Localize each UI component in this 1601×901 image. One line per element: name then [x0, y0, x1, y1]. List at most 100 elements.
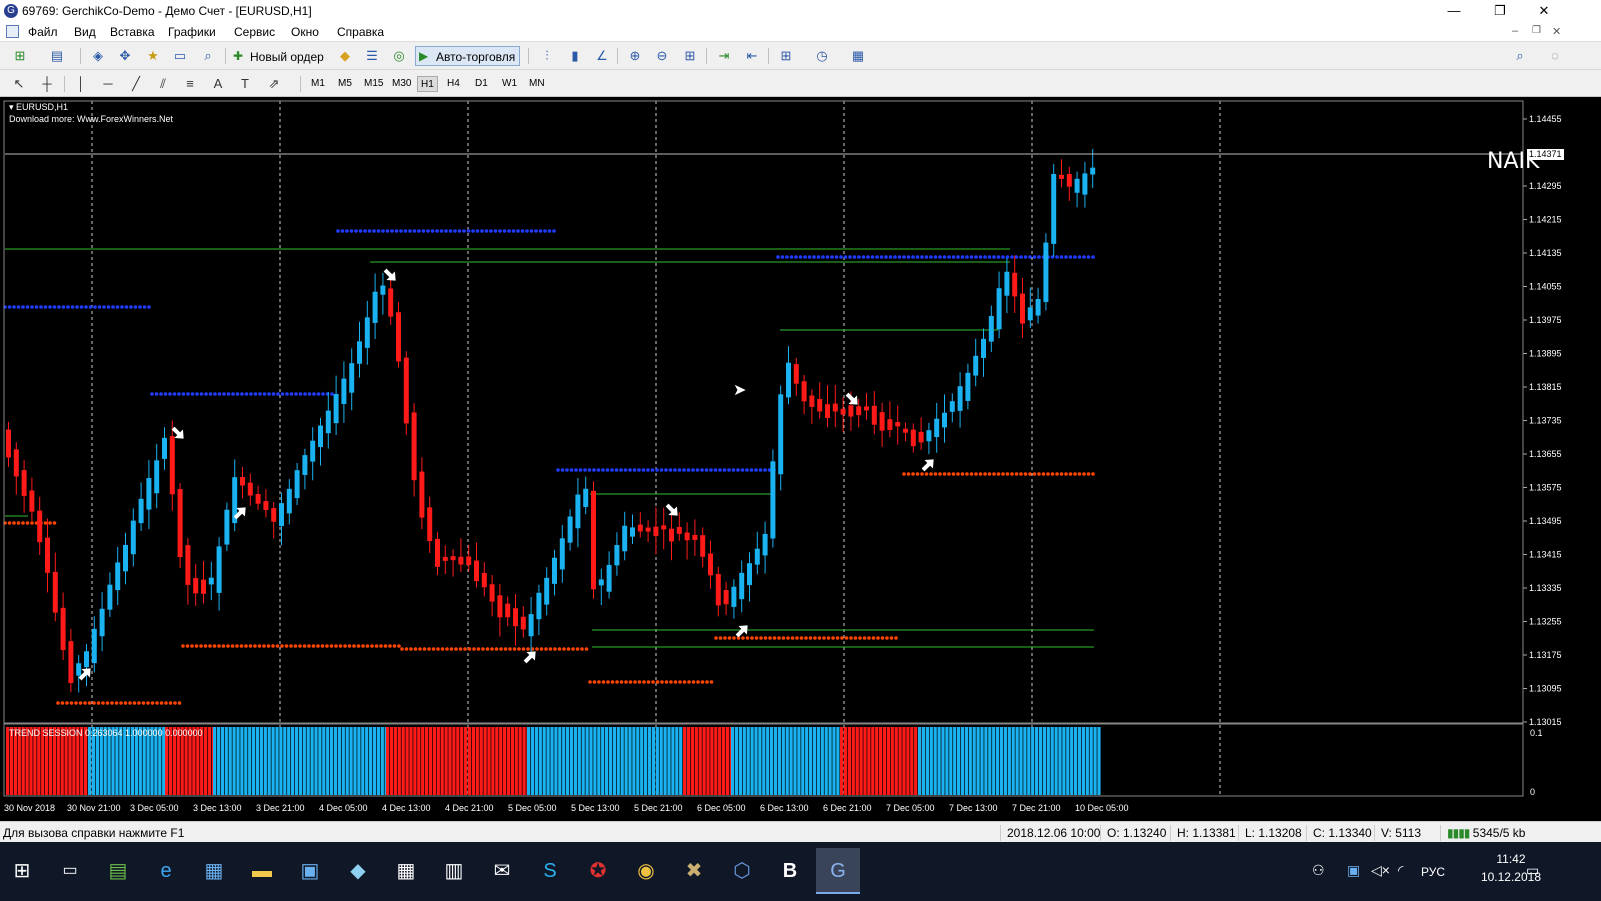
chart-shift-icon[interactable]: ⇤ — [742, 47, 762, 65]
tf-w1[interactable]: W1 — [499, 76, 520, 92]
search-icon[interactable]: ⌕ — [1510, 47, 1530, 65]
channel-icon[interactable]: ⫽ — [153, 75, 173, 93]
trend-bear-bar — [397, 727, 401, 795]
skype-app-icon[interactable]: S — [528, 848, 572, 894]
tf-m5[interactable]: M5 — [335, 76, 355, 92]
new-chart-icon[interactable]: ⊞ — [10, 47, 30, 65]
trend-bull-bar — [640, 727, 644, 795]
tools-app-icon[interactable]: ✖ — [672, 848, 716, 894]
fibo-icon[interactable]: ≡ — [180, 75, 200, 93]
menu-file[interactable]: Файл — [28, 25, 58, 39]
terminal-icon[interactable]: ▭ — [170, 47, 190, 65]
metatrader-app-icon[interactable]: G — [816, 848, 860, 894]
menu-help[interactable]: Справка — [337, 25, 384, 39]
candle-chart-icon[interactable]: ▮ — [565, 47, 585, 65]
tile-windows-icon[interactable]: ⊞ — [680, 47, 700, 65]
market-watch-icon[interactable]: ◈ — [88, 47, 108, 65]
arrows-icon[interactable]: ⇗ — [264, 75, 284, 93]
auto-scroll-icon[interactable]: ⇥ — [714, 47, 734, 65]
chart-window[interactable]: 1.14455 1.14295 1.14215 1.14135 1.14055 1.139… — [0, 97, 1601, 821]
chrome-app-icon[interactable]: ◉ — [624, 848, 668, 894]
explorer-app-icon[interactable]: ▬ — [240, 848, 284, 894]
indicators-icon[interactable]: ⊞ — [776, 47, 796, 65]
network-icon[interactable]: ◜ — [1398, 862, 1403, 879]
store-app-icon[interactable]: ▦ — [192, 848, 236, 894]
notifications-icon[interactable]: ▭ — [1526, 862, 1539, 879]
trendline-icon[interactable]: ╱ — [126, 75, 146, 93]
trend-bull-bar — [801, 727, 805, 795]
trend-bull-bar — [224, 727, 228, 795]
restore-button[interactable]: ❐ — [1477, 0, 1523, 22]
auto-trading-button[interactable]: ▶ Авто-торговля — [415, 46, 521, 66]
bear-candle — [37, 510, 43, 543]
calculator-app-icon[interactable]: ▦ — [384, 848, 428, 894]
calendar-app-icon[interactable]: ▥ — [432, 848, 476, 894]
horizontal-line-icon[interactable]: ─ — [98, 75, 118, 93]
tester-icon[interactable]: ⌕ — [198, 47, 218, 65]
metaeditor-icon[interactable]: ◆ — [335, 47, 355, 65]
bar-chart-icon[interactable]: ⫶ — [537, 47, 557, 65]
new-order-button[interactable]: ✚ Новый ордер — [229, 46, 329, 66]
trend-bear-bar — [690, 727, 694, 795]
vertical-line-icon[interactable]: │ — [71, 75, 91, 93]
menu-tools[interactable]: Сервис — [234, 25, 275, 39]
task-view-icon[interactable]: ▭ — [48, 848, 92, 894]
doc-icon[interactable] — [6, 25, 19, 38]
settings-app-icon[interactable]: ▣ — [288, 848, 332, 894]
cursor-icon[interactable]: ↖ — [9, 75, 29, 93]
child-minimize-icon[interactable]: – — [1512, 25, 1518, 37]
templates-icon[interactable]: ▦ — [848, 47, 868, 65]
tf-m30[interactable]: M30 — [389, 76, 414, 92]
app-icon-6[interactable]: ◆ — [336, 848, 380, 894]
zoom-in-icon[interactable]: ⊕ — [625, 47, 645, 65]
app-icon-red[interactable]: ✪ — [576, 848, 620, 894]
tf-d1[interactable]: D1 — [472, 76, 491, 92]
tf-h4[interactable]: H4 — [444, 76, 463, 92]
child-close-icon[interactable]: ✕ — [1552, 25, 1561, 38]
bull-candle — [325, 410, 331, 434]
start-icon[interactable]: ⊞ — [0, 848, 44, 894]
resistance-dot — [682, 468, 686, 472]
tf-m15[interactable]: M15 — [361, 76, 386, 92]
support-dot — [485, 647, 490, 651]
bear-candle — [60, 607, 66, 651]
profiles-icon[interactable]: ▤ — [47, 47, 67, 65]
trend-bull-bar — [918, 727, 922, 795]
screen-capture-icon[interactable]: ▣ — [1347, 862, 1360, 879]
tf-h1[interactable]: H1 — [417, 76, 438, 92]
menu-view[interactable]: Вид — [74, 25, 96, 39]
edge-app-icon[interactable]: e — [144, 848, 188, 894]
vk-app-icon[interactable]: B — [768, 848, 812, 894]
volume-icon[interactable]: ◁× — [1371, 862, 1390, 879]
menu-window[interactable]: Окно — [291, 25, 319, 39]
navigator-icon[interactable]: ★ — [143, 47, 163, 65]
text-label-icon[interactable]: T — [235, 75, 255, 93]
price-chart[interactable]: 1.14455 1.14295 1.14215 1.14135 1.14055 1.139… — [0, 97, 1601, 821]
resistance-dot — [111, 305, 115, 309]
minimize-button[interactable]: — — [1431, 0, 1477, 22]
support-dot — [374, 644, 379, 648]
data-window-icon[interactable]: ✥ — [115, 47, 135, 65]
child-restore-icon[interactable]: ❐ — [1532, 25, 1541, 36]
text-icon[interactable]: A — [208, 75, 228, 93]
periods-icon[interactable]: ◷ — [812, 47, 832, 65]
mail-app-icon[interactable]: ✉ — [480, 848, 524, 894]
notepad-app-icon[interactable]: ▤ — [96, 848, 140, 894]
market-icon[interactable]: ◎ — [389, 47, 409, 65]
close-button[interactable]: ✕ — [1521, 0, 1567, 22]
signals-icon[interactable]: ☰ — [362, 47, 382, 65]
support-dot — [969, 472, 974, 476]
menu-charts[interactable]: Графики — [168, 25, 216, 39]
tf-mn[interactable]: MN — [526, 76, 548, 92]
shield-app-icon[interactable]: ⬡ — [720, 848, 764, 894]
resistance-dot — [466, 229, 471, 233]
resistance-dot — [992, 255, 996, 259]
line-chart-icon[interactable]: ∠ — [592, 47, 612, 65]
tf-m1[interactable]: M1 — [308, 76, 328, 92]
menu-insert[interactable]: Вставка — [110, 25, 155, 39]
zoom-out-icon[interactable]: ⊖ — [652, 47, 672, 65]
crosshair-icon[interactable]: ┼ — [37, 75, 57, 93]
people-icon[interactable]: ⚇ — [1312, 862, 1325, 879]
chat-icon[interactable]: ◌ — [1545, 47, 1565, 65]
language-indicator[interactable]: РУС — [1421, 854, 1445, 890]
